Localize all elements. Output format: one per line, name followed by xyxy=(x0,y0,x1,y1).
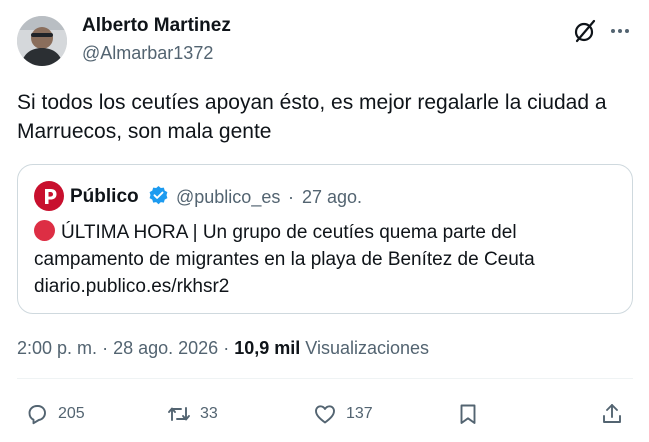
publico-logo xyxy=(34,181,64,211)
post-date[interactable]: 28 ago. 2026 xyxy=(113,338,218,358)
repost-count: 33 xyxy=(200,405,218,422)
share-icon xyxy=(603,404,621,423)
red-circle-emoji xyxy=(34,220,55,241)
quote-author-name: Público xyxy=(70,186,139,207)
quoted-post[interactable]: Público @publico_es · 27 ago. ÚLTIMA HOR… xyxy=(17,164,633,314)
quote-separator: · xyxy=(288,187,294,207)
like-icon xyxy=(315,405,335,424)
reply-button[interactable]: 205 xyxy=(25,402,85,426)
post-meta: 2:00 p. m. · 28 ago. 2026 · 10,9 mil Vis… xyxy=(17,338,429,359)
grok-icon[interactable] xyxy=(572,18,598,44)
verified-badge-icon xyxy=(148,185,169,206)
like-count: 137 xyxy=(346,405,373,422)
quote-text: ÚLTIMA HORA | Un grupo de ceutíes quema … xyxy=(34,219,614,300)
author-handle[interactable]: @Almarbar1372 xyxy=(82,43,213,64)
reply-count: 205 xyxy=(58,405,85,422)
repost-button[interactable]: 33 xyxy=(167,402,218,426)
quote-text-body: ÚLTIMA HORA | Un grupo de ceutíes quema … xyxy=(34,222,535,297)
post-time[interactable]: 2:00 p. m. xyxy=(17,338,97,358)
quote-date[interactable]: 27 ago. xyxy=(302,187,362,208)
share-button[interactable] xyxy=(600,402,624,426)
avatar[interactable] xyxy=(17,16,67,66)
post-text: Si todos los ceutíes apoyan ésto, es mej… xyxy=(17,91,607,143)
repost-icon xyxy=(168,407,190,421)
views-count: 10,9 mil xyxy=(234,338,301,358)
quote-author-handle: @publico_es xyxy=(176,187,281,207)
divider xyxy=(17,378,633,379)
reply-icon xyxy=(28,405,46,425)
author-name[interactable]: Alberto Martinez xyxy=(82,15,231,37)
meta-separator: · xyxy=(223,338,230,358)
bookmark-button[interactable] xyxy=(456,402,480,426)
views-label: Visualizaciones xyxy=(305,338,430,358)
bookmark-icon xyxy=(460,404,476,424)
like-button[interactable]: 137 xyxy=(313,402,373,426)
more-icon[interactable] xyxy=(607,18,633,44)
tweet: Alberto Martinez @Almarbar1372 Si todos … xyxy=(0,0,649,442)
meta-separator: · xyxy=(102,338,109,358)
